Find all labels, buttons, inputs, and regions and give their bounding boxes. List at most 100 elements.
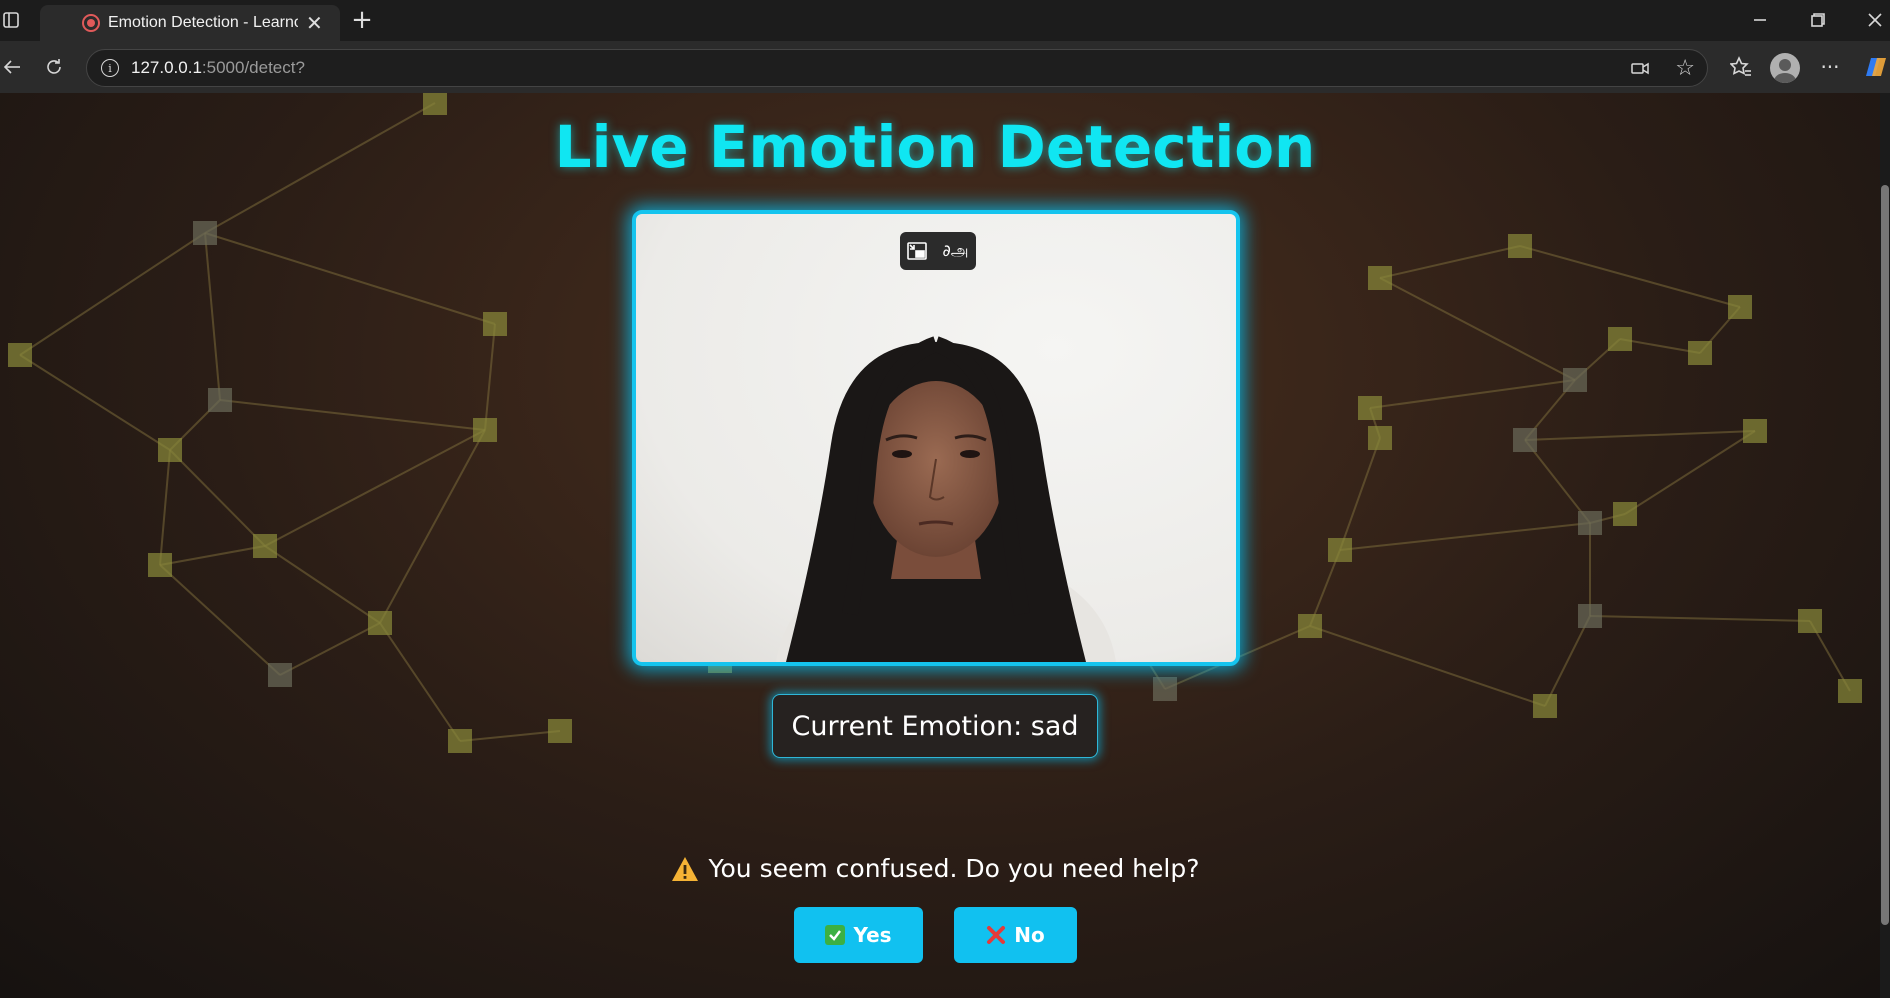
no-button-label: No (1014, 923, 1045, 947)
tab-strip: Emotion Detection - Learnor ✕ + (0, 0, 1890, 41)
network-node (1728, 295, 1752, 319)
reload-icon[interactable] (42, 55, 66, 79)
network-edge (379, 622, 461, 742)
network-node (8, 343, 32, 367)
network-node (268, 663, 292, 687)
network-edge (159, 449, 171, 566)
network-node (1533, 694, 1557, 718)
network-node (1688, 341, 1712, 365)
network-node (193, 221, 217, 245)
scrollbar-thumb[interactable] (1881, 185, 1889, 925)
network-node (1578, 604, 1602, 628)
network-edge (1544, 615, 1591, 707)
favorites-icon[interactable] (1727, 53, 1755, 81)
page-viewport: Live Emotion Detection ∂அ Current Emotio… (0, 93, 1890, 998)
network-edge (1524, 439, 1591, 524)
network-edge (204, 232, 221, 401)
translate-icon[interactable]: ∂அ (942, 241, 968, 262)
network-node (1608, 327, 1632, 351)
network-edge (1379, 277, 1576, 381)
help-prompt: You seem confused. Do you need help? (0, 854, 1870, 883)
pip-icon[interactable] (907, 242, 928, 260)
url-host: 127.0.0.1 (131, 58, 202, 77)
browser-toolbar: i 127.0.0.1:5000/detect? ☆ ··· (0, 41, 1890, 93)
network-edge (279, 622, 381, 676)
network-edge (19, 354, 171, 451)
network-node (158, 438, 182, 462)
address-bar[interactable]: i 127.0.0.1:5000/detect? ☆ (86, 49, 1708, 87)
network-edge (169, 449, 266, 547)
copilot-icon[interactable] (1864, 53, 1890, 81)
webcam-video: ∂அ (632, 210, 1240, 666)
network-node (1298, 614, 1322, 638)
network-node (1578, 511, 1602, 535)
new-tab-icon[interactable]: + (350, 5, 374, 35)
network-edge (1369, 379, 1576, 409)
pip-controls: ∂அ (900, 232, 976, 270)
network-node (1743, 419, 1767, 443)
network-node (483, 312, 507, 336)
network-edge (1519, 245, 1741, 308)
network-edge (1589, 615, 1811, 622)
network-edge (484, 323, 496, 431)
network-node (1508, 234, 1532, 258)
network-edge (1524, 430, 1756, 441)
url-text[interactable]: 127.0.0.1:5000/detect? (131, 58, 305, 78)
network-node (423, 93, 447, 115)
restore-icon[interactable] (1803, 10, 1833, 30)
network-edge (1379, 245, 1521, 279)
minimize-icon[interactable] (1745, 10, 1775, 30)
sidebar-toggle-icon[interactable] (0, 9, 22, 31)
network-node (368, 611, 392, 635)
network-edge (264, 545, 381, 624)
page-scrollbar[interactable] (1880, 93, 1890, 998)
star-icon[interactable]: ☆ (1675, 56, 1695, 81)
network-edge (1624, 430, 1756, 515)
network-edge (379, 429, 486, 624)
cross-icon (986, 925, 1006, 945)
network-edge (459, 730, 561, 742)
url-path: :5000/detect? (201, 58, 305, 77)
network-node (1798, 609, 1822, 633)
profile-icon[interactable] (1770, 53, 1800, 83)
network-node (1838, 679, 1862, 703)
network-edge (19, 232, 206, 356)
back-icon[interactable] (0, 55, 24, 79)
camera-icon[interactable] (1631, 60, 1649, 80)
network-edge (159, 564, 281, 676)
help-prompt-text: You seem confused. Do you need help? (708, 854, 1200, 883)
network-node (1613, 502, 1637, 526)
network-node (1328, 538, 1352, 562)
network-node (473, 418, 497, 442)
network-node (1358, 396, 1382, 420)
network-node (208, 388, 232, 412)
network-edge (159, 545, 266, 566)
network-node (253, 534, 277, 558)
browser-tab[interactable]: Emotion Detection - Learnor ✕ (40, 5, 340, 41)
network-node (1513, 428, 1537, 452)
network-edge (1309, 625, 1546, 707)
network-edge (1339, 437, 1381, 551)
yes-button-label: Yes (853, 923, 892, 947)
warning-icon (671, 856, 699, 882)
no-button[interactable]: No (954, 907, 1077, 963)
network-node (1153, 677, 1177, 701)
network-edge (1339, 522, 1591, 551)
info-icon[interactable]: i (101, 59, 119, 77)
network-node (148, 553, 172, 577)
current-emotion-display: Current Emotion: sad (772, 694, 1098, 758)
yes-button[interactable]: Yes (794, 907, 923, 963)
close-icon[interactable]: ✕ (306, 11, 323, 35)
more-icon[interactable]: ··· (1816, 55, 1844, 79)
network-node (1368, 266, 1392, 290)
check-icon (825, 925, 846, 945)
network-edge (204, 232, 496, 325)
network-node (548, 719, 572, 743)
tab-title: Emotion Detection - Learnor (108, 14, 298, 31)
network-node (1368, 426, 1392, 450)
window-close-icon[interactable] (1860, 10, 1890, 30)
page-title: Live Emotion Detection (554, 113, 1316, 181)
network-node (448, 729, 472, 753)
network-node (1563, 368, 1587, 392)
network-edge (264, 429, 486, 547)
